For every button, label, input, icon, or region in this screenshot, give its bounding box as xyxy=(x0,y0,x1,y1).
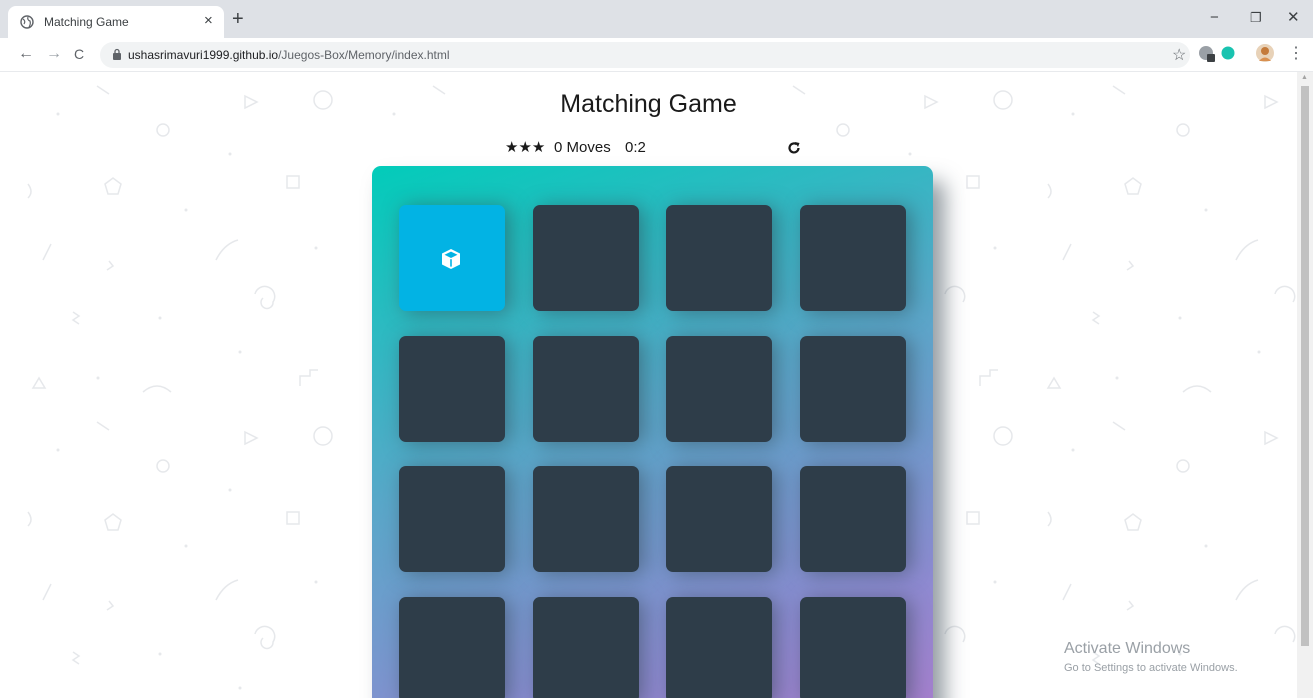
tab-title: Matching Game xyxy=(44,15,129,29)
card[interactable] xyxy=(666,336,772,442)
profile-avatar[interactable] xyxy=(1256,44,1274,62)
card[interactable] xyxy=(399,205,505,311)
star-rating: ★★★ xyxy=(505,139,546,156)
card[interactable] xyxy=(666,205,772,311)
lock-icon xyxy=(113,48,121,60)
forward-button[interactable]: → xyxy=(46,44,62,64)
new-tab-button[interactable]: + xyxy=(232,9,244,29)
card[interactable] xyxy=(533,205,639,311)
globe-icon xyxy=(20,15,34,29)
card[interactable] xyxy=(666,597,772,698)
url-path: /Juegos-Box/Memory/index.html xyxy=(278,48,450,62)
browser-menu-button[interactable]: ⋮ xyxy=(1288,44,1304,64)
scroll-up-arrow-icon[interactable]: ▲ xyxy=(1301,74,1308,81)
card[interactable] xyxy=(666,466,772,572)
refresh-icon[interactable] xyxy=(787,141,801,155)
card-deck xyxy=(372,166,933,698)
card[interactable] xyxy=(399,336,505,442)
game-title: Matching Game xyxy=(560,90,737,118)
url-host: ushasrimavuri1999.github.io xyxy=(128,48,279,62)
scroll-thumb[interactable] xyxy=(1301,86,1309,646)
restore-button[interactable]: ❐ xyxy=(1250,10,1262,26)
watermark-subtitle: Go to Settings to activate Windows. xyxy=(1064,662,1238,674)
minimize-button[interactable]: − xyxy=(1210,10,1219,26)
card[interactable] xyxy=(399,597,505,698)
tab-close-icon[interactable]: × xyxy=(204,13,213,29)
extension-circle-icon[interactable] xyxy=(1221,46,1235,60)
browser-tab[interactable]: Matching Game × xyxy=(8,6,224,38)
card[interactable] xyxy=(399,466,505,572)
url-text: ushasrimavuri1999.github.io/Juegos-Box/M… xyxy=(128,48,450,62)
reload-button[interactable]: C xyxy=(74,44,84,64)
page-content: Matching Game ★★★ 0 Moves 0:2 xyxy=(0,72,1297,698)
tab-strip: Matching Game × + − ❐ ✕ xyxy=(0,0,1313,38)
close-window-button[interactable]: ✕ xyxy=(1287,10,1300,26)
bookmark-star-icon[interactable]: ☆ xyxy=(1172,45,1186,65)
moves-counter: 0 Moves xyxy=(554,139,611,156)
watermark-title: Activate Windows xyxy=(1064,640,1191,657)
extension-puzzle-icon[interactable] xyxy=(1198,45,1216,63)
browser-toolbar: ← → C ushasrimavuri1999.github.io/Juegos… xyxy=(0,38,1313,72)
card[interactable] xyxy=(800,205,906,311)
card[interactable] xyxy=(800,336,906,442)
timer: 0:2 xyxy=(625,139,646,156)
card[interactable] xyxy=(533,466,639,572)
page-scrollbar[interactable]: ▲ xyxy=(1297,72,1313,698)
card[interactable] xyxy=(800,597,906,698)
cube-icon xyxy=(442,249,460,269)
back-button[interactable]: ← xyxy=(18,44,34,64)
card[interactable] xyxy=(533,336,639,442)
address-bar[interactable]: ushasrimavuri1999.github.io/Juegos-Box/M… xyxy=(100,42,1190,68)
card[interactable] xyxy=(533,597,639,698)
card[interactable] xyxy=(800,466,906,572)
